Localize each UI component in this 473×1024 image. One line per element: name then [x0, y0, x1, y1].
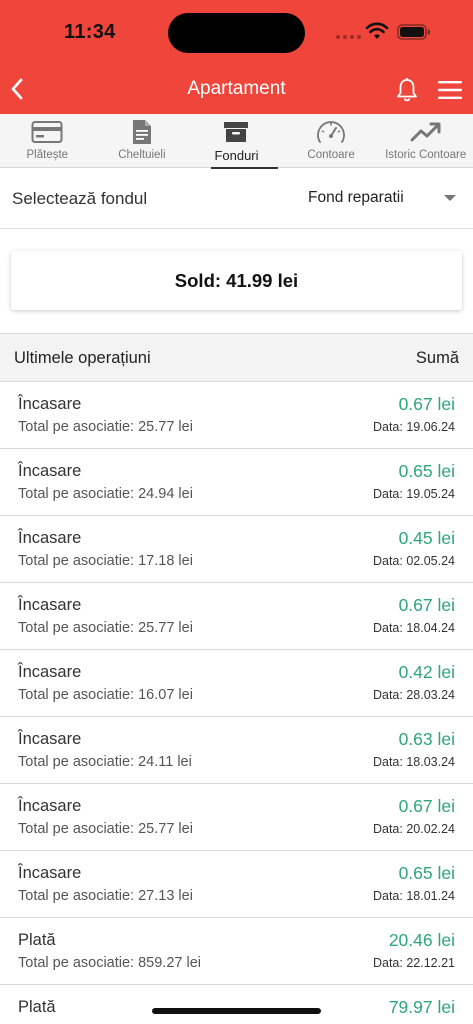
operation-amount: 79.97 lei [388, 997, 455, 1017]
operation-date: Data: 02.05.24 [372, 554, 455, 568]
tab-contoare[interactable]: Contoare [284, 114, 379, 168]
operation-row[interactable]: Încasare Total pe asociatie: 25.77 lei 0… [0, 382, 473, 449]
operation-type: Încasare [18, 596, 82, 614]
tab-bar: Plătește Cheltuieli Fonduri Contoare Ist… [0, 114, 473, 169]
app-header: 11:34 Apartament [0, 0, 473, 114]
fund-selector[interactable]: Selectează fondul Fond reparatii [0, 170, 473, 229]
trend-up-icon [410, 122, 441, 142]
operations-header: Ultimele operațiuni Sumă [0, 333, 473, 382]
operation-date: Data: 19.06.24 [372, 420, 455, 434]
operation-total: Total pe asociatie: 24.11 lei [18, 754, 192, 770]
operation-date: Data: 18.03.24 [372, 755, 455, 769]
operation-total: Total pe asociatie: 16.07 lei [18, 687, 193, 703]
operation-date: Data: 18.01.24 [372, 889, 455, 903]
operation-date: Data: 20.02.24 [372, 822, 455, 836]
sum-column-header: Sumă [415, 349, 459, 367]
balance-text: Sold: 41.99 lei [174, 269, 299, 291]
cellular-signal-icon [336, 35, 361, 39]
operation-amount: 0.63 lei [398, 729, 455, 749]
tab-cheltuieli[interactable]: Cheltuieli [95, 114, 190, 168]
operation-type: Încasare [18, 864, 82, 882]
operation-amount: 0.67 lei [398, 394, 455, 414]
tab-label: Plătește [26, 149, 69, 161]
operation-type: Încasare [18, 797, 82, 815]
operation-total: Total pe asociatie: 25.77 lei [18, 620, 193, 636]
fund-selector-label: Selectează fondul [12, 189, 148, 208]
operation-date: Data: 19.05.24 [372, 487, 455, 501]
wifi-icon [365, 22, 389, 39]
operation-total: Total pe asociatie: 25.77 lei [18, 821, 193, 837]
operation-total: Total pe asociatie: 24.94 lei [18, 486, 193, 502]
operations-list: Încasare Total pe asociatie: 25.77 lei 0… [0, 382, 473, 1024]
gauge-icon [317, 121, 345, 143]
operation-type: Încasare [18, 395, 82, 413]
document-icon [132, 120, 151, 144]
operation-amount: 20.46 lei [388, 930, 455, 950]
tab-plateste[interactable]: Plătește [0, 114, 95, 168]
operation-row[interactable]: Încasare Total pe asociatie: 25.77 lei 0… [0, 784, 473, 851]
operation-type: Încasare [18, 730, 82, 748]
operation-total: Total pe asociatie: 25.77 lei [18, 419, 193, 435]
tab-label: Contoare [307, 149, 355, 161]
operation-amount: 0.45 lei [398, 528, 455, 548]
operation-total: Total pe asociatie: 17.18 lei [18, 553, 193, 569]
battery-icon [397, 24, 430, 40]
operation-row[interactable]: Încasare Total pe asociatie: 24.94 lei 0… [0, 449, 473, 516]
tab-label: Istoric Contoare [385, 149, 467, 161]
home-indicator[interactable] [152, 1008, 321, 1014]
operation-amount: 0.67 lei [398, 595, 455, 615]
operation-date: Data: 22.12.21 [372, 956, 455, 970]
operation-type: Încasare [18, 462, 82, 480]
operation-row[interactable]: Încasare Total pe asociatie: 25.77 lei 0… [0, 583, 473, 650]
operation-amount: 0.65 lei [398, 863, 455, 883]
tab-fonduri[interactable]: Fonduri [189, 114, 284, 169]
operation-type: Încasare [18, 663, 82, 681]
operation-row[interactable]: Încasare Total pe asociatie: 24.11 lei 0… [0, 717, 473, 784]
notifications-bell-icon[interactable] [395, 77, 419, 103]
hamburger-menu-icon[interactable] [437, 80, 463, 100]
balance-card: Sold: 41.99 lei [11, 251, 462, 310]
archive-box-icon [224, 122, 249, 142]
tab-label: Fonduri [214, 148, 259, 163]
operation-type: Plată [18, 931, 56, 949]
operation-date: Data: 18.04.24 [372, 621, 455, 635]
operation-row[interactable]: Încasare Total pe asociatie: 17.18 lei 0… [0, 516, 473, 583]
status-time: 11:34 [64, 21, 116, 43]
operation-amount: 0.42 lei [398, 662, 455, 682]
credit-card-icon [31, 121, 63, 143]
operation-type: Încasare [18, 529, 82, 547]
fund-select-value[interactable]: Fond reparatii [308, 189, 404, 207]
operation-amount: 0.67 lei [398, 796, 455, 816]
operation-row[interactable]: Încasare Total pe asociatie: 27.13 lei 0… [0, 851, 473, 918]
operation-total: Total pe asociatie: 27.13 lei [18, 888, 193, 904]
operation-date: Data: 28.03.24 [372, 688, 455, 702]
caret-down-icon[interactable] [444, 195, 456, 201]
operation-type: Plată [18, 998, 56, 1016]
operation-row[interactable]: Plată Total pe asociatie: 859.27 lei 20.… [0, 918, 473, 985]
operation-total: Total pe asociatie: 859.27 lei [18, 955, 201, 971]
operation-row[interactable]: Încasare Total pe asociatie: 16.07 lei 0… [0, 650, 473, 717]
operations-title: Ultimele operațiuni [14, 349, 151, 367]
dynamic-island [168, 13, 305, 53]
operation-row[interactable]: Plată 79.97 lei [0, 985, 473, 1024]
operation-amount: 0.65 lei [398, 461, 455, 481]
tab-istoric-contoare[interactable]: Istoric Contoare [378, 114, 473, 168]
tab-label: Cheltuieli [118, 149, 166, 161]
